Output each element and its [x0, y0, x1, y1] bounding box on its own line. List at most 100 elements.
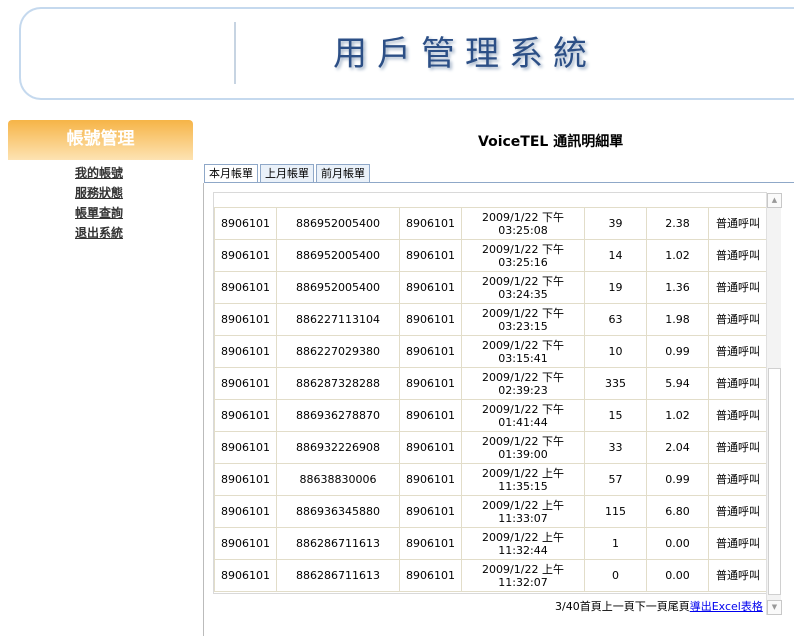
prev-page-link[interactable]: 上一頁 [602, 600, 635, 613]
duration-cell: 1 [584, 527, 647, 560]
last-page-link[interactable]: 尾頁 [668, 600, 690, 613]
account-cell: 8906101 [214, 335, 277, 368]
call-time: 02:39:23 [498, 383, 548, 397]
scroll-down-arrow-icon[interactable]: ▼ [767, 600, 782, 615]
call-type-cell: 普通呼叫 [708, 463, 768, 496]
table-row: 8906101 886227113104 8906101 2009/1/22 下午 03… [214, 303, 768, 336]
account-cell: 8906101 [214, 463, 277, 496]
caller-cell: 8906101 [399, 207, 462, 240]
duration-cell: 57 [584, 463, 647, 496]
call-date: 2009/1/22 上午 [482, 562, 564, 576]
call-type-cell: 普通呼叫 [708, 559, 768, 592]
scrollbar-thumb[interactable] [768, 368, 781, 595]
call-date: 2009/1/22 上午 [482, 498, 564, 512]
duration-cell: 63 [584, 303, 647, 336]
call-type-cell: 普通呼叫 [708, 271, 768, 304]
destination-cell: 886286711613 [276, 527, 400, 560]
cost-cell: 1.98 [646, 303, 709, 336]
caller-cell: 8906101 [399, 495, 462, 528]
call-time: 01:39:00 [498, 447, 548, 461]
first-page-link[interactable]: 首頁 [580, 600, 602, 613]
call-time: 03:15:41 [498, 351, 548, 365]
tab-last-month[interactable]: 上月帳單 [260, 164, 314, 183]
table-row: 8906101 886932226908 8906101 2009/1/22 下午 01… [214, 431, 768, 464]
next-page-link[interactable]: 下一頁 [635, 600, 668, 613]
tab-this-month[interactable]: 本月帳單 [204, 164, 258, 183]
sidebar-item-logout[interactable]: 退出系統 [75, 223, 123, 243]
sidebar-item-service-status[interactable]: 服務狀態 [75, 183, 123, 203]
destination-cell: 886952005400 [276, 207, 400, 240]
duration-cell: 19 [584, 271, 647, 304]
call-date: 2009/1/22 下午 [482, 370, 564, 384]
call-date: 2009/1/22 下午 [482, 274, 564, 288]
duration-cell: 15 [584, 399, 647, 432]
datetime-cell: 2009/1/22 下午 01:39:00 [461, 431, 585, 464]
call-date: 2009/1/22 下午 [482, 434, 564, 448]
caller-cell: 8906101 [399, 239, 462, 272]
caller-cell: 8906101 [399, 559, 462, 592]
call-type-cell: 普通呼叫 [708, 399, 768, 432]
call-date: 2009/1/22 下午 [482, 210, 564, 224]
caller-cell: 8906101 [399, 335, 462, 368]
table-row: 8906101 886936278870 8906101 2009/1/22 下午 01… [214, 399, 768, 432]
cost-cell: 2.38 [646, 207, 709, 240]
table-row: 8906101 886287328288 8906101 2009/1/22 下午 02… [214, 367, 768, 400]
caller-cell: 8906101 [399, 271, 462, 304]
call-date: 2009/1/22 上午 [482, 530, 564, 544]
caller-cell: 8906101 [399, 367, 462, 400]
duration-cell: 33 [584, 431, 647, 464]
account-cell: 8906101 [214, 271, 277, 304]
cost-cell: 6.80 [646, 495, 709, 528]
export-excel-link[interactable]: 導出Excel表格 [690, 600, 763, 613]
duration-cell: 10 [584, 335, 647, 368]
scrollbar[interactable]: ▲ ▼ [766, 193, 782, 615]
account-cell: 8906101 [214, 303, 277, 336]
cost-cell: 1.02 [646, 239, 709, 272]
call-time: 03:25:08 [498, 223, 548, 237]
account-cell: 8906101 [214, 239, 277, 272]
cost-cell: 0.00 [646, 559, 709, 592]
account-cell: 8906101 [214, 207, 277, 240]
call-date: 2009/1/22 下午 [482, 338, 564, 352]
datetime-cell: 2009/1/22 下午 03:23:15 [461, 303, 585, 336]
tab-underline [204, 182, 794, 183]
call-time: 11:35:15 [498, 479, 548, 493]
datetime-cell: 2009/1/22 上午 11:32:07 [461, 559, 585, 592]
pager-info: 3/40 [555, 600, 580, 613]
sidebar-item-bill-query[interactable]: 帳單查詢 [75, 203, 123, 223]
cost-cell: 1.02 [646, 399, 709, 432]
destination-cell: 886227113104 [276, 303, 400, 336]
caller-cell: 8906101 [399, 431, 462, 464]
account-cell: 8906101 [214, 367, 277, 400]
call-date: 2009/1/22 下午 [482, 242, 564, 256]
call-time: 11:32:44 [498, 543, 548, 557]
destination-cell: 886227029380 [276, 335, 400, 368]
destination-cell: 886932226908 [276, 431, 400, 464]
duration-cell: 14 [584, 239, 647, 272]
destination-cell: 886936345880 [276, 495, 400, 528]
call-detail-table: 8906101 886952005400 8906101 2009/1/22 下午 03… [214, 207, 768, 592]
call-type-cell: 普通呼叫 [708, 207, 768, 240]
tab-month-before-last[interactable]: 前月帳單 [316, 164, 370, 183]
sidebar-item-my-account[interactable]: 我的帳號 [75, 163, 123, 183]
header-divider [234, 22, 236, 84]
call-type-cell: 普通呼叫 [708, 495, 768, 528]
destination-cell: 88638830006 [276, 463, 400, 496]
caller-cell: 8906101 [399, 399, 462, 432]
sidebar-menu: 我的帳號 服務狀態 帳單查詢 退出系統 [75, 163, 123, 243]
account-cell: 8906101 [214, 399, 277, 432]
call-type-cell: 普通呼叫 [708, 527, 768, 560]
scroll-up-arrow-icon[interactable]: ▲ [767, 193, 782, 208]
datetime-cell: 2009/1/22 下午 03:25:16 [461, 239, 585, 272]
datetime-cell: 2009/1/22 下午 03:25:08 [461, 207, 585, 240]
datetime-cell: 2009/1/22 下午 01:41:44 [461, 399, 585, 432]
call-type-cell: 普通呼叫 [708, 431, 768, 464]
call-type-cell: 普通呼叫 [708, 335, 768, 368]
table-row: 8906101 886952005400 8906101 2009/1/22 下午 03… [214, 207, 768, 240]
table-row: 8906101 88638830006 8906101 2009/1/22 上午 11:… [214, 463, 768, 496]
cost-cell: 0.99 [646, 463, 709, 496]
call-time: 01:41:44 [498, 415, 548, 429]
datetime-cell: 2009/1/22 下午 03:15:41 [461, 335, 585, 368]
call-date: 2009/1/22 下午 [482, 306, 564, 320]
datetime-cell: 2009/1/22 上午 11:32:44 [461, 527, 585, 560]
